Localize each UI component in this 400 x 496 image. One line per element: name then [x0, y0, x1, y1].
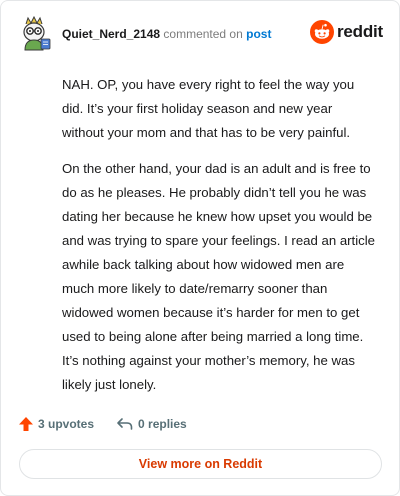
comment-byline: Quiet_Nerd_2148 commented on post	[62, 27, 271, 41]
view-more-button[interactable]: View more on Reddit	[19, 449, 382, 479]
byline-action-text: commented on	[163, 27, 243, 41]
upvote-arrow-icon	[19, 417, 33, 431]
reply-arrow-icon	[117, 418, 133, 430]
user-avatar[interactable]	[20, 15, 52, 51]
comment-paragraph: On the other hand, your dad is an adult …	[62, 161, 376, 392]
upvote-button[interactable]: 3 upvotes	[18, 416, 94, 432]
comment-actions: 3 upvotes 0 replies	[18, 414, 209, 434]
comment-body: NAH. OP, you have every right to feel th…	[62, 73, 377, 409]
reddit-snoo-icon	[310, 20, 334, 44]
reddit-brand-link[interactable]: reddit	[310, 20, 383, 44]
avatar-illustration-icon	[23, 15, 51, 51]
post-link[interactable]: post	[246, 27, 271, 41]
reddit-wordmark: reddit	[337, 22, 384, 41]
comment-paragraph: NAH. OP, you have every right to feel th…	[62, 77, 355, 140]
comment-header: Quiet_Nerd_2148 commented on post reddit	[1, 1, 399, 61]
reply-count: 0 replies	[138, 417, 187, 431]
reply-button[interactable]: 0 replies	[116, 416, 187, 432]
username-link[interactable]: Quiet_Nerd_2148	[62, 27, 160, 41]
comment-embed-card: Quiet_Nerd_2148 commented on post reddit…	[0, 0, 400, 496]
upvote-count: 3 upvotes	[38, 417, 95, 431]
